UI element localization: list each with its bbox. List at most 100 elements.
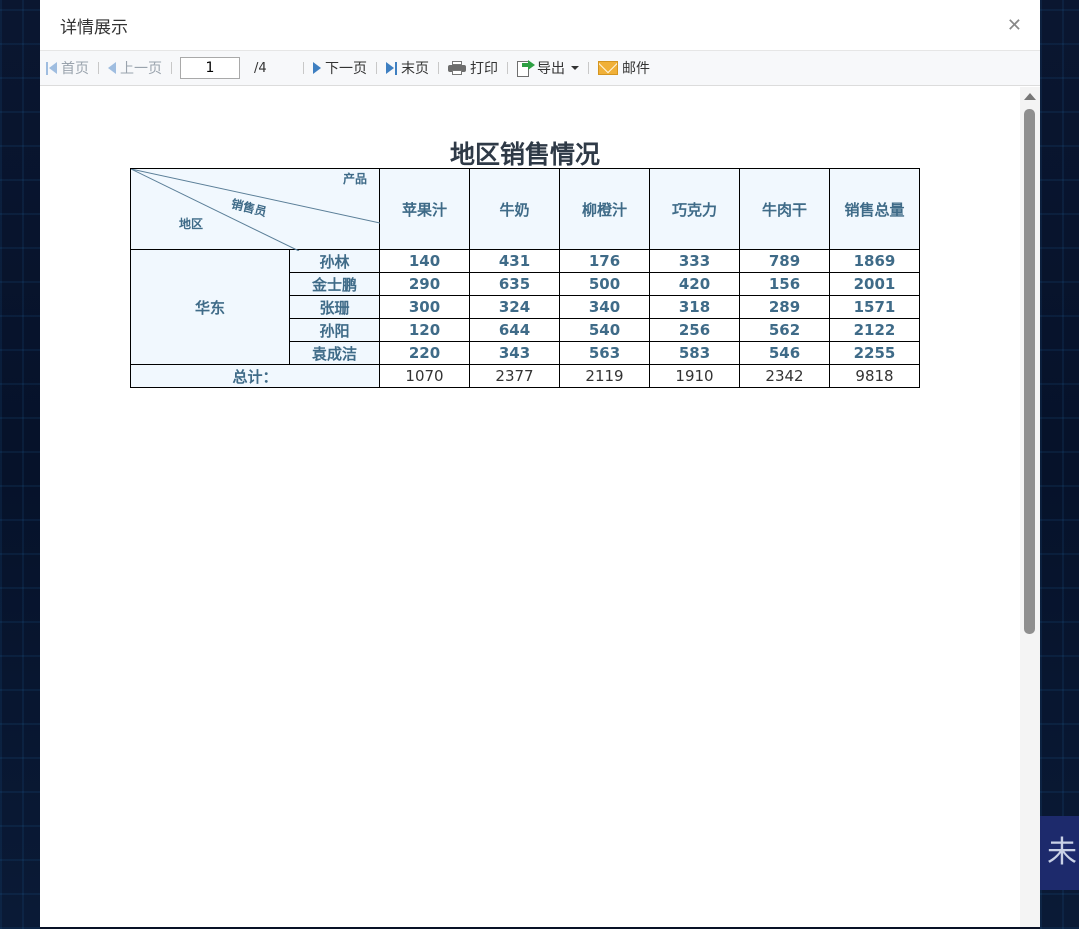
- dialog-title: 详情展示: [60, 17, 128, 38]
- value-cell: 343: [469, 341, 560, 365]
- region-cell: 华东: [130, 249, 290, 365]
- next-page-label: 下一页: [325, 61, 367, 77]
- value-cell: 583: [649, 341, 740, 365]
- value-cell: 120: [379, 318, 470, 342]
- total-label: 总计：: [130, 364, 380, 388]
- next-page-icon: [313, 62, 321, 74]
- value-cell: 140: [379, 249, 470, 273]
- value-cell: 2001: [829, 272, 920, 296]
- column-header: 苹果汁: [379, 168, 470, 250]
- value-cell: 300: [379, 295, 470, 319]
- value-cell: 431: [469, 249, 560, 273]
- total-cell: 2342: [739, 364, 830, 388]
- value-cell: 156: [739, 272, 830, 296]
- last-page-label: 末页: [401, 61, 429, 77]
- salesperson-cell: 金士鹏: [289, 272, 380, 296]
- last-page-icon: [386, 61, 397, 75]
- close-icon[interactable]: ✕: [1007, 15, 1022, 36]
- report-toolbar: 首页 上一页 /4 下一页 末页 打印 导出: [40, 51, 1040, 86]
- value-cell: 635: [469, 272, 560, 296]
- total-cell: 1070: [379, 364, 470, 388]
- value-cell: 1571: [829, 295, 920, 319]
- prev-page-button[interactable]: 上一页: [104, 58, 166, 78]
- dialog-header: 详情展示 ✕: [40, 0, 1040, 51]
- salesperson-cell: 孙林: [289, 249, 380, 273]
- corner-header: 产品 销售员 地区: [130, 168, 380, 251]
- value-cell: 644: [469, 318, 560, 342]
- scrollbar-thumb[interactable]: [1024, 109, 1035, 634]
- print-label: 打印: [470, 61, 498, 77]
- printer-icon: [448, 61, 466, 75]
- value-cell: 340: [559, 295, 650, 319]
- salesperson-cell: 孙阳: [289, 318, 380, 342]
- column-header: 牛肉干: [739, 168, 830, 250]
- page-number-input[interactable]: [180, 57, 240, 79]
- prev-page-label: 上一页: [120, 61, 162, 77]
- toolbar-divider: [507, 62, 508, 74]
- toolbar-divider: [171, 62, 172, 74]
- mail-button[interactable]: 邮件: [594, 58, 654, 78]
- export-icon: [517, 59, 535, 77]
- value-cell: 562: [739, 318, 830, 342]
- value-cell: 546: [739, 341, 830, 365]
- value-cell: 500: [559, 272, 650, 296]
- background-right: 未: [1040, 0, 1079, 929]
- background-left: [0, 0, 40, 929]
- toolbar-divider: [438, 62, 439, 74]
- last-page-button[interactable]: 末页: [382, 58, 433, 78]
- value-cell: 789: [739, 249, 830, 273]
- chevron-down-icon: [571, 66, 579, 70]
- value-cell: 176: [559, 249, 650, 273]
- value-cell: 1869: [829, 249, 920, 273]
- column-header: 销售总量: [829, 168, 920, 250]
- corner-product-label: 产品: [342, 172, 367, 186]
- value-cell: 318: [649, 295, 740, 319]
- report-title: 地区销售情况: [449, 140, 600, 169]
- salesperson-cell: 张珊: [289, 295, 380, 319]
- value-cell: 540: [559, 318, 650, 342]
- value-cell: 333: [649, 249, 740, 273]
- first-page-label: 首页: [61, 61, 89, 77]
- export-label: 导出: [537, 61, 565, 77]
- mail-label: 邮件: [622, 61, 650, 77]
- totals-row: 总计： 1070 2377 2119 1910 2342 9818: [130, 364, 920, 388]
- export-button[interactable]: 导出: [513, 58, 583, 78]
- first-page-button[interactable]: 首页: [42, 58, 93, 78]
- value-cell: 2255: [829, 341, 920, 365]
- column-header: 柳橙汁: [559, 168, 650, 250]
- total-cell: 9818: [829, 364, 920, 388]
- value-cell: 420: [649, 272, 740, 296]
- value-cell: 290: [379, 272, 470, 296]
- toolbar-divider: [376, 62, 377, 74]
- prev-page-icon: [108, 62, 116, 74]
- value-cell: 220: [379, 341, 470, 365]
- toolbar-divider: [303, 62, 304, 74]
- total-cell: 1910: [649, 364, 740, 388]
- column-header: 牛奶: [469, 168, 560, 250]
- page-total: /4: [254, 60, 267, 76]
- toolbar-divider: [588, 62, 589, 74]
- sales-table: 产品 销售员 地区 苹果汁 牛奶 柳橙汁 巧克力 牛肉干 销售总量 华东 孙林 …: [130, 168, 920, 388]
- mail-icon: [598, 61, 618, 75]
- first-page-icon: [46, 61, 57, 75]
- column-header: 巧克力: [649, 168, 740, 250]
- total-cell: 2119: [559, 364, 650, 388]
- table-row: 华东 孙林 140 431 176 333 789 1869: [130, 249, 920, 365]
- scroll-up-icon[interactable]: [1024, 93, 1036, 100]
- next-page-button[interactable]: 下一页: [309, 58, 371, 78]
- details-dialog: 详情展示 ✕ 首页 上一页 /4 下一页 末页 打印: [40, 0, 1040, 927]
- total-cell: 2377: [469, 364, 560, 388]
- salesperson-cell: 袁成洁: [289, 341, 380, 365]
- corner-region-label: 地区: [179, 217, 204, 231]
- vertical-scrollbar[interactable]: [1020, 87, 1040, 927]
- value-cell: 256: [649, 318, 740, 342]
- value-cell: 563: [559, 341, 650, 365]
- value-cell: 2122: [829, 318, 920, 342]
- background-side-text: 未: [1040, 816, 1079, 890]
- value-cell: 289: [739, 295, 830, 319]
- print-button[interactable]: 打印: [444, 58, 502, 78]
- toolbar-divider: [98, 62, 99, 74]
- table-header-row: 产品 销售员 地区 苹果汁 牛奶 柳橙汁 巧克力 牛肉干 销售总量: [130, 168, 920, 251]
- value-cell: 324: [469, 295, 560, 319]
- report-content: 地区销售情况 产品 销售员 地区 苹果汁 牛奶 柳橙汁 巧克力 牛肉干 销售总量…: [40, 87, 1040, 927]
